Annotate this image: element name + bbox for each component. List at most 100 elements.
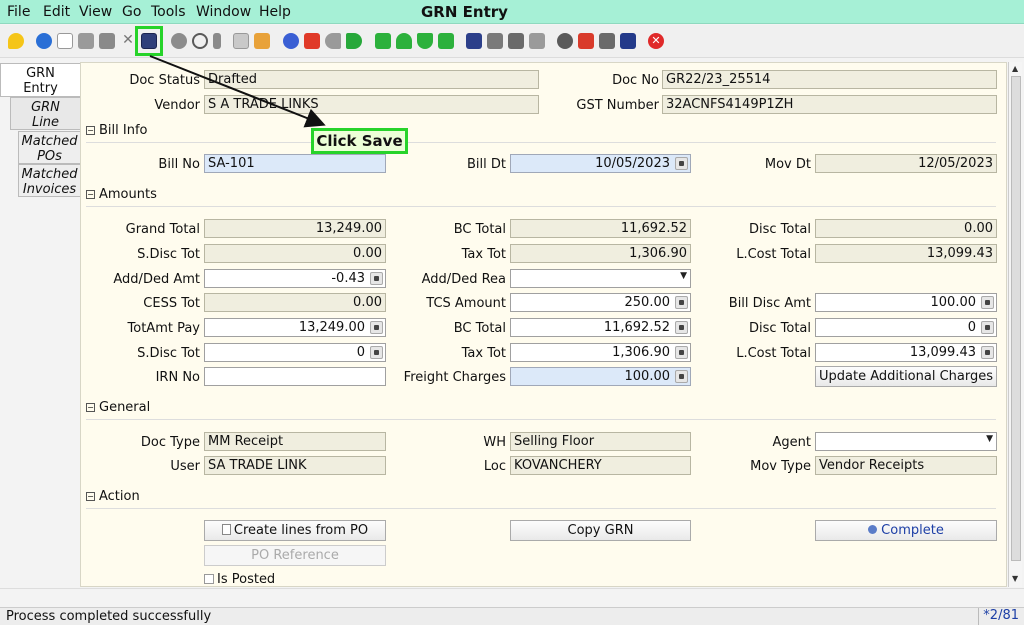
tax-tot2-input[interactable]: 1,306.90 xyxy=(510,343,691,362)
bill-dt-input[interactable]: 10/05/2023 xyxy=(510,154,691,173)
totamt-pay-input[interactable]: 13,249.00 xyxy=(204,318,386,337)
home-icon[interactable] xyxy=(283,33,299,49)
scroll-thumb[interactable] xyxy=(1011,76,1021,561)
is-posted-checkbox[interactable]: Is Posted xyxy=(204,572,275,587)
bill-no-input[interactable]: SA-101 xyxy=(204,154,386,173)
home-parent-icon[interactable] xyxy=(304,33,320,49)
menu-window[interactable]: Window xyxy=(196,4,251,20)
lcost-total2-input[interactable]: 13,099.43 xyxy=(815,343,997,362)
copy-icon[interactable] xyxy=(78,33,94,49)
tab-grn-line[interactable]: GRN Line xyxy=(10,97,80,130)
save-highlight xyxy=(135,26,163,56)
calculator-icon[interactable] xyxy=(370,321,383,334)
sdisc-tot-field: 0.00 xyxy=(204,244,386,263)
history-icon[interactable] xyxy=(254,33,270,49)
complete-button[interactable]: Complete xyxy=(815,520,997,541)
menu-file[interactable]: File xyxy=(7,4,30,20)
record-counter[interactable]: *2/81 xyxy=(978,608,1022,625)
section-amounts[interactable]: − Amounts xyxy=(86,187,996,207)
irn-no-input[interactable] xyxy=(204,367,386,386)
request-icon[interactable] xyxy=(599,33,615,49)
window-title: GRN Entry xyxy=(421,3,508,21)
chat-icon[interactable] xyxy=(233,33,249,49)
vendor-field: S A TRADE LINKS xyxy=(204,95,539,114)
gear-icon xyxy=(868,525,878,534)
product-info-icon[interactable] xyxy=(620,33,636,49)
print-icon[interactable] xyxy=(508,33,524,49)
calculator-icon[interactable] xyxy=(675,296,688,309)
calculator-icon[interactable] xyxy=(981,321,994,334)
chevron-down-icon: ▼ xyxy=(986,434,993,444)
new-icon[interactable] xyxy=(57,33,73,49)
menu-view[interactable]: View xyxy=(79,4,112,20)
previous-icon[interactable] xyxy=(396,33,412,49)
attachment-icon[interactable] xyxy=(213,33,221,49)
agent-label: Agent xyxy=(772,435,811,450)
last-icon[interactable] xyxy=(438,33,454,49)
agent-select[interactable]: ▼ xyxy=(815,432,997,451)
tax-tot-field: 1,306.90 xyxy=(510,244,691,263)
report-icon[interactable] xyxy=(466,33,482,49)
chevron-down-icon: ▼ xyxy=(680,271,687,281)
freight-charges-input[interactable]: 100.00 xyxy=(510,367,691,386)
grand-total-field: 13,249.00 xyxy=(204,219,386,238)
add-ded-rea-select[interactable]: ▼ xyxy=(510,269,691,288)
doc-type-label: Doc Type xyxy=(140,435,200,450)
doc-status-field: Drafted xyxy=(204,70,539,89)
close-icon[interactable]: ✕ xyxy=(648,33,664,49)
scroll-up-icon[interactable]: ▲ xyxy=(1012,64,1018,73)
print-preview-icon[interactable] xyxy=(529,33,545,49)
tab-grn-entry[interactable]: GRN Entry xyxy=(0,63,80,97)
calculator-icon[interactable] xyxy=(675,321,688,334)
calculator-icon[interactable] xyxy=(370,272,383,285)
tab-matched-invoices[interactable]: Matched Invoices xyxy=(18,164,80,197)
lcost-total2-label: L.Cost Total xyxy=(736,346,811,361)
menu-edit[interactable]: Edit xyxy=(43,4,70,20)
delete-selection-icon[interactable]: ✕ xyxy=(120,33,136,49)
section-bill-info[interactable]: − Bill Info xyxy=(86,123,996,143)
mov-dt-field: 12/05/2023 xyxy=(815,154,997,173)
calculator-icon[interactable] xyxy=(675,346,688,359)
next-icon[interactable] xyxy=(417,33,433,49)
tab-matched-pos[interactable]: Matched POs xyxy=(18,131,80,164)
add-ded-amt-input[interactable]: -0.43 xyxy=(204,269,386,288)
create-lines-from-po-button[interactable]: Create lines from PO xyxy=(204,520,386,541)
workflow-icon[interactable] xyxy=(578,33,594,49)
undo-icon[interactable] xyxy=(8,33,24,49)
delete-icon[interactable] xyxy=(99,33,115,49)
tax-tot-label: Tax Tot xyxy=(461,247,506,262)
menu-go[interactable]: Go xyxy=(122,4,141,20)
disc-total2-label: Disc Total xyxy=(748,321,811,336)
back-icon[interactable] xyxy=(325,33,341,49)
doc-no-field: GR22/23_25514 xyxy=(662,70,997,89)
sdisc-tot2-input[interactable]: 0 xyxy=(204,343,386,362)
forward-icon[interactable] xyxy=(346,33,362,49)
menu-help[interactable]: Help xyxy=(259,4,291,20)
menu-tools[interactable]: Tools xyxy=(151,4,186,20)
add-ded-rea-label: Add/Ded Rea xyxy=(421,272,506,287)
calculator-icon[interactable] xyxy=(981,296,994,309)
copy-grn-button[interactable]: Copy GRN xyxy=(510,520,691,541)
refresh-icon[interactable] xyxy=(171,33,187,49)
section-action[interactable]: − Action xyxy=(86,489,996,509)
scroll-down-icon[interactable]: ▼ xyxy=(1012,574,1018,583)
find-icon[interactable] xyxy=(192,33,208,49)
bill-disc-amt-input[interactable]: 100.00 xyxy=(815,293,997,312)
tcs-amount-input[interactable]: 250.00 xyxy=(510,293,691,312)
po-reference-button[interactable]: PO Reference xyxy=(204,545,386,566)
help-icon[interactable] xyxy=(36,33,52,49)
vertical-scrollbar[interactable]: ▲ ▼ xyxy=(1008,62,1022,587)
disc-total2-input[interactable]: 0 xyxy=(815,318,997,337)
first-icon[interactable] xyxy=(375,33,391,49)
zoom-across-icon[interactable] xyxy=(557,33,573,49)
calculator-icon[interactable] xyxy=(370,346,383,359)
calendar-icon[interactable] xyxy=(675,157,688,170)
bc-total2-input[interactable]: 11,692.52 xyxy=(510,318,691,337)
calculator-icon[interactable] xyxy=(675,370,688,383)
lcost-total-label: L.Cost Total xyxy=(736,247,811,262)
section-general[interactable]: − General xyxy=(86,400,996,420)
archive-icon[interactable] xyxy=(487,33,503,49)
calculator-icon[interactable] xyxy=(981,346,994,359)
update-additional-charges-button[interactable]: Update Additional Charges xyxy=(815,366,997,387)
bill-dt-label: Bill Dt xyxy=(467,157,506,172)
